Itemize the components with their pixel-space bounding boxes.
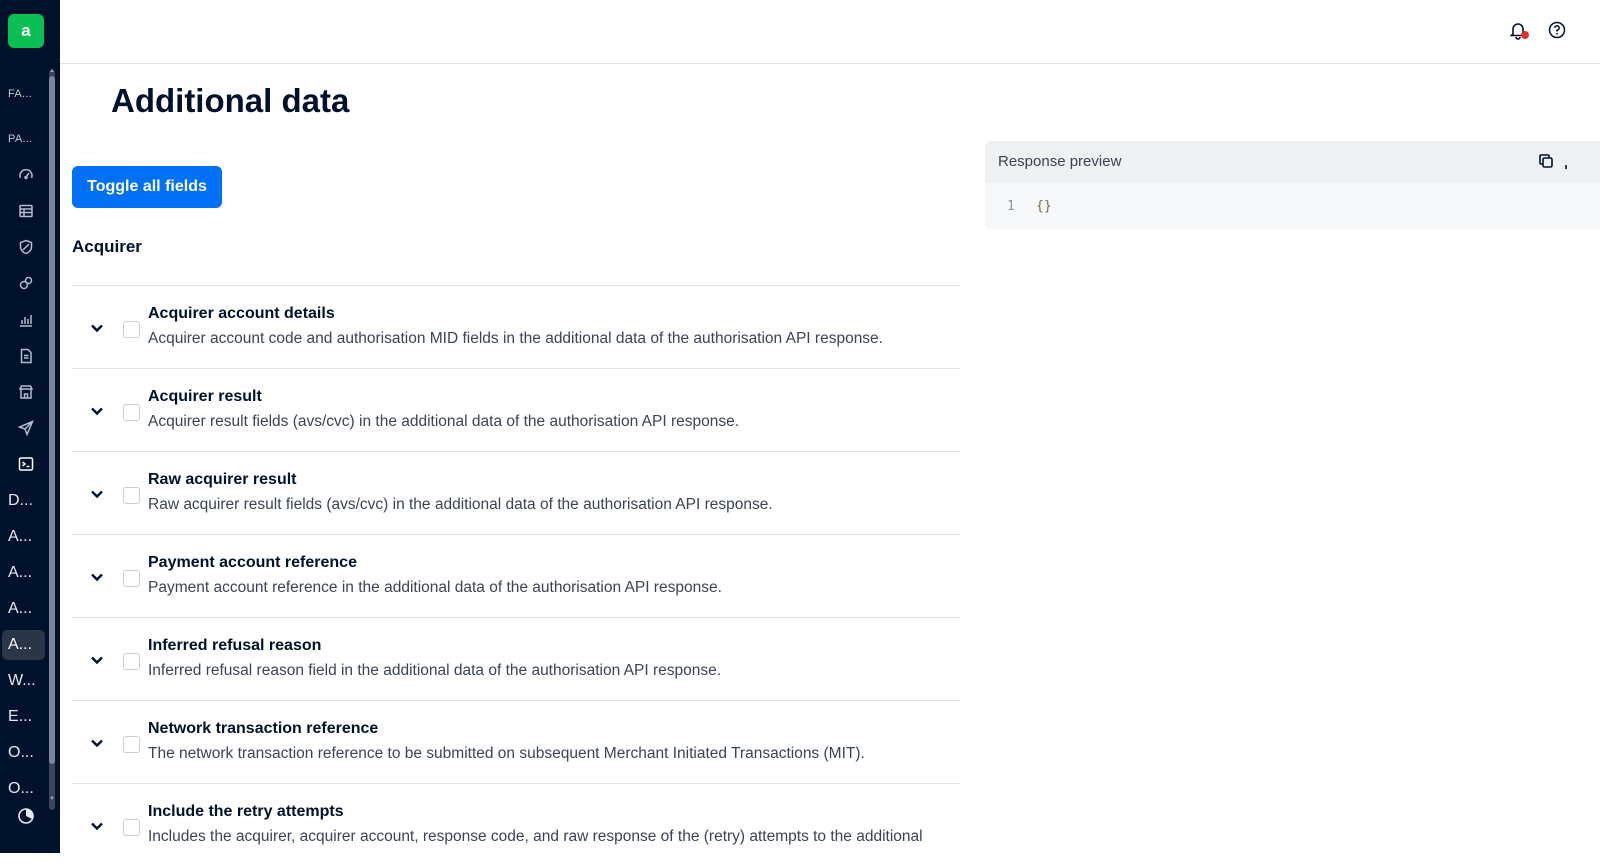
sidebar-item[interactable]: A... (8, 558, 46, 588)
copy-icon[interactable] (1538, 153, 1556, 171)
sidebar: a ▲ ▼ FA... PA... D... A... A... A... A.… (0, 0, 60, 853)
field-checkbox[interactable] (123, 570, 140, 587)
sidebar-section-label: FA... (8, 88, 33, 100)
scroll-down-arrow-icon[interactable]: ▼ (49, 796, 55, 802)
page-title: Additional data (111, 82, 350, 119)
field-title: Inferred refusal reason (148, 637, 322, 654)
dashboard-icon[interactable] (17, 166, 35, 184)
chevron-down-icon[interactable] (88, 817, 106, 835)
chevron-down-icon[interactable] (88, 568, 106, 586)
sidebar-scrollbar-thumb[interactable] (49, 76, 55, 764)
table-icon[interactable] (17, 202, 35, 220)
field-checkbox[interactable] (123, 404, 140, 421)
field-description: Acquirer result fields (avs/cvc) in the … (148, 413, 740, 430)
field-row: Payment account reference Payment accoun… (72, 534, 960, 617)
chevron-down-icon[interactable] (88, 402, 106, 420)
field-row: Acquirer result Acquirer result fields (… (72, 368, 960, 451)
chevron-down-icon[interactable] (88, 651, 106, 669)
group-title: Acquirer (72, 237, 142, 256)
chart-icon[interactable] (17, 311, 35, 329)
field-row: Raw acquirer result Raw acquirer result … (72, 451, 960, 534)
chevron-down-icon[interactable] (88, 319, 106, 337)
field-title: Acquirer account details (148, 305, 335, 322)
document-icon[interactable] (17, 347, 35, 365)
field-title: Acquirer result (148, 388, 262, 405)
field-description: The network transaction reference to be … (148, 745, 865, 762)
sidebar-item[interactable]: D... (8, 486, 46, 516)
response-preview-title: Response preview (998, 153, 1122, 170)
logo-letter: a (21, 21, 31, 40)
notification-badge (1521, 31, 1529, 39)
help-icon[interactable] (1548, 21, 1566, 39)
field-checkbox[interactable] (123, 321, 140, 338)
field-description: Raw acquirer result fields (avs/cvc) in … (148, 496, 773, 513)
field-title: Raw acquirer result (148, 471, 297, 488)
send-icon[interactable] (17, 419, 35, 437)
terminal-icon[interactable] (12, 451, 40, 477)
field-checkbox[interactable] (123, 819, 140, 836)
store-icon[interactable] (17, 383, 35, 401)
field-checkbox[interactable] (123, 653, 140, 670)
field-checkbox[interactable] (123, 736, 140, 753)
fields-list: Acquirer account details Acquirer accoun… (72, 285, 960, 866)
field-title: Include the retry attempts (148, 803, 344, 820)
field-row: Include the retry attempts Includes the … (72, 783, 960, 866)
sidebar-item-selected[interactable]: A... (2, 630, 45, 660)
sidebar-section-label: PA... (8, 133, 33, 145)
chevron-down-icon[interactable] (88, 734, 106, 752)
field-description: Acquirer account code and authorisation … (148, 330, 883, 347)
toggle-all-fields-button[interactable]: Toggle all fields (72, 166, 222, 208)
code-line-number: 1 (1007, 199, 1015, 214)
field-description: Includes the acquirer, acquirer account,… (148, 828, 923, 845)
field-row: Inferred refusal reason Inferred refusal… (72, 617, 960, 700)
response-preview-header: Response preview (985, 141, 1600, 183)
expand-icon[interactable] (1563, 155, 1571, 171)
sidebar-item[interactable]: A... (8, 522, 46, 552)
field-title: Network transaction reference (148, 720, 379, 737)
scroll-up-arrow-icon[interactable]: ▲ (49, 68, 55, 74)
chevron-down-icon[interactable] (88, 485, 106, 503)
top-bar (60, 0, 1600, 64)
field-row: Acquirer account details Acquirer accoun… (72, 285, 960, 368)
field-description: Inferred refusal reason field in the add… (148, 662, 722, 679)
field-checkbox[interactable] (123, 487, 140, 504)
field-description: Payment account reference in the additio… (148, 579, 722, 596)
link-icon[interactable] (17, 274, 35, 292)
sidebar-item[interactable]: W... (8, 666, 46, 696)
profile-icon[interactable] (17, 807, 35, 825)
shield-icon[interactable] (17, 238, 35, 256)
field-title: Payment account reference (148, 554, 357, 571)
sidebar-item[interactable]: O... (8, 774, 46, 804)
sidebar-item[interactable]: A... (8, 594, 46, 624)
sidebar-item[interactable]: E... (8, 702, 46, 732)
response-preview-panel: Response preview 1 {} (985, 141, 1600, 230)
sidebar-item[interactable]: O... (8, 738, 46, 768)
code-content: {} (1036, 199, 1052, 214)
field-row: Network transaction reference The networ… (72, 700, 960, 783)
app-logo[interactable]: a (8, 14, 44, 48)
